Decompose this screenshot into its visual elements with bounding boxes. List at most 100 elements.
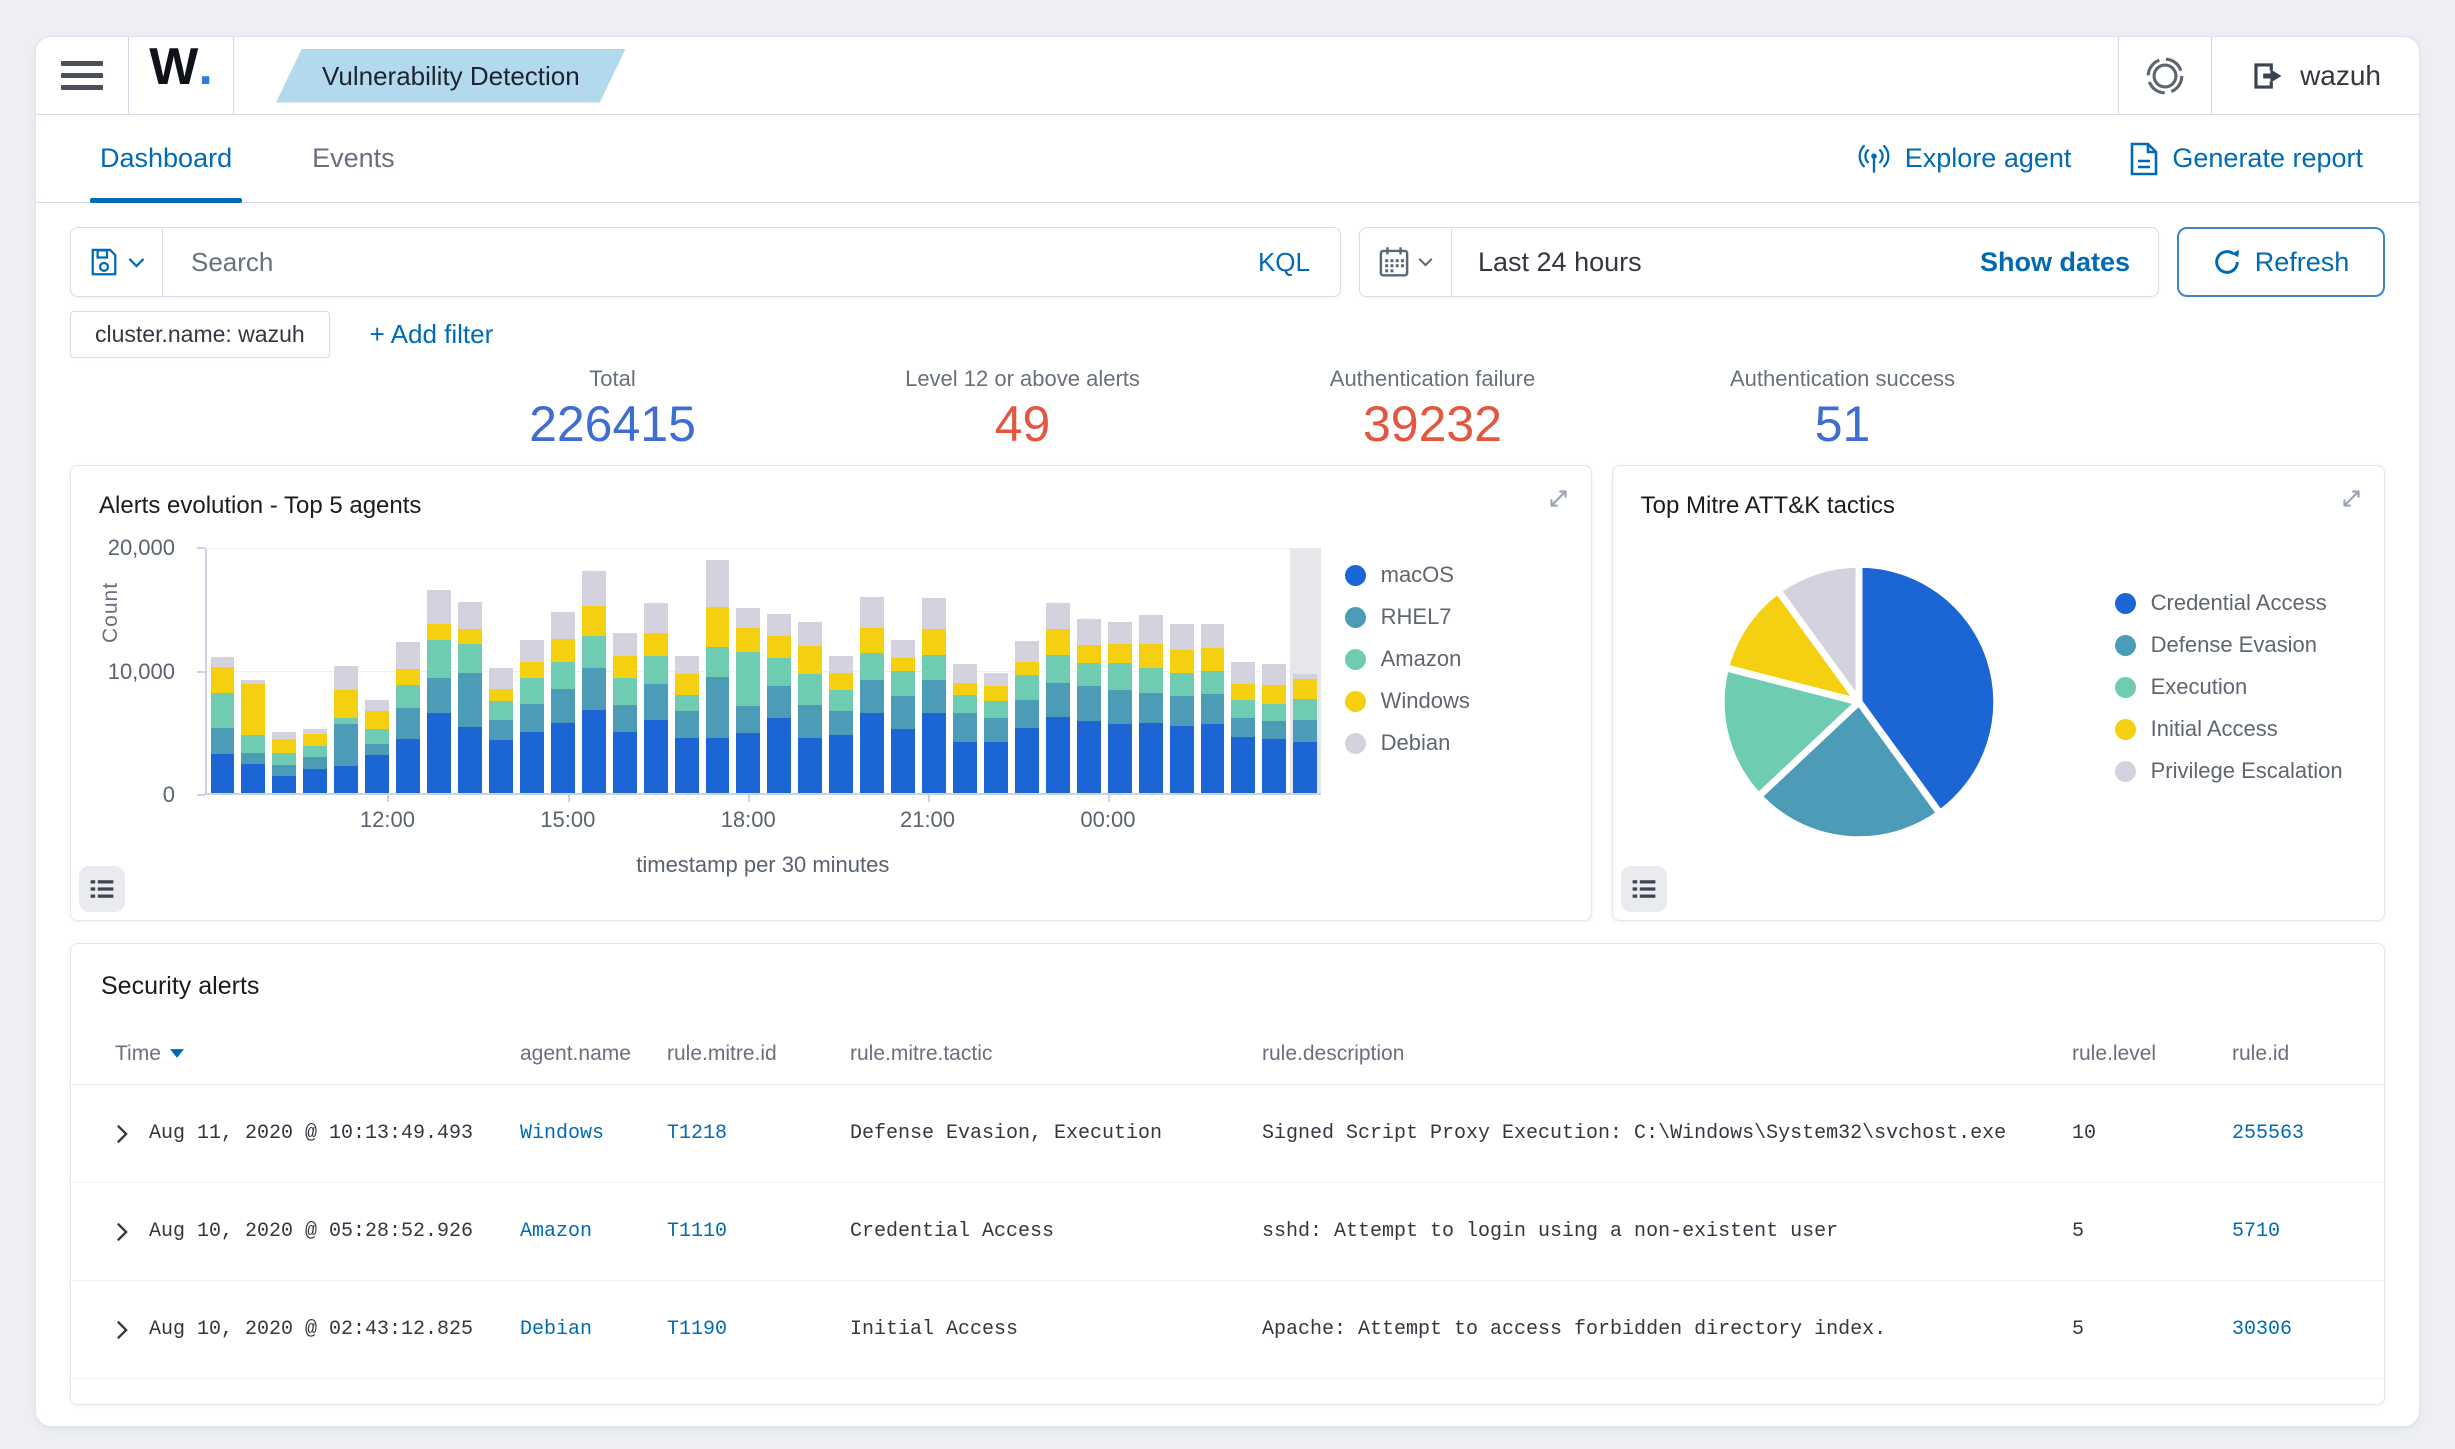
stacked-bar[interactable]: [1045, 548, 1070, 793]
legend-list-icon[interactable]: [1620, 866, 1667, 912]
stacked-bar[interactable]: [550, 548, 575, 793]
rule-id-link[interactable]: 255563: [2232, 1122, 2384, 1145]
stacked-bar[interactable]: [1231, 548, 1256, 793]
stacked-bar[interactable]: [581, 548, 606, 793]
stacked-bar[interactable]: [210, 548, 235, 793]
stacked-bar[interactable]: [1289, 548, 1321, 793]
health-ring-icon[interactable]: [2119, 37, 2211, 114]
stacked-bar[interactable]: [860, 548, 885, 793]
stacked-bar[interactable]: [829, 548, 854, 793]
stacked-bar[interactable]: [891, 548, 916, 793]
x-tick-mark: [387, 793, 390, 802]
menu-icon[interactable]: [36, 37, 128, 114]
stacked-bar[interactable]: [1107, 548, 1132, 793]
legend-item-macos[interactable]: macOS: [1344, 554, 1591, 596]
stacked-bar[interactable]: [303, 548, 328, 793]
stacked-bar[interactable]: [736, 548, 761, 793]
tab-dashboard[interactable]: Dashboard: [89, 115, 243, 203]
stacked-bar[interactable]: [365, 548, 390, 793]
expand-icon[interactable]: [1546, 486, 1571, 514]
rule-id-link[interactable]: 30306: [2232, 1318, 2384, 1341]
stacked-bar[interactable]: [519, 548, 544, 793]
agent-name-link[interactable]: Windows: [520, 1122, 667, 1145]
column-header-rule-mitre-tactic[interactable]: rule.mitre.tactic: [850, 1042, 1262, 1066]
add-filter-button[interactable]: + Add filter: [370, 319, 494, 350]
stacked-bar[interactable]: [241, 548, 266, 793]
rule-mitre-id-link[interactable]: T1110: [667, 1220, 850, 1243]
column-header-rule-level[interactable]: rule.level: [2072, 1042, 2232, 1066]
legend-item-amazon[interactable]: Amazon: [1344, 638, 1591, 680]
bar-segment-debian: [860, 597, 885, 628]
legend-item-debian[interactable]: Debian: [1344, 722, 1591, 764]
column-header-rule-description[interactable]: rule.description: [1262, 1042, 2072, 1066]
agent-name-link[interactable]: Amazon: [520, 1220, 667, 1243]
stacked-bar[interactable]: [767, 548, 792, 793]
stacked-bar[interactable]: [272, 548, 297, 793]
tab-events[interactable]: Events: [306, 115, 401, 202]
mitre-tactics-pie-chart[interactable]: [1713, 556, 2005, 848]
column-header-rule-mitre-id[interactable]: rule.mitre.id: [667, 1042, 850, 1066]
legend-item-windows[interactable]: Windows: [1344, 680, 1591, 722]
stacked-bar[interactable]: [427, 548, 451, 793]
legend-item-defense-evasion[interactable]: Defense Evasion: [2114, 624, 2361, 666]
expand-icon[interactable]: [2339, 486, 2364, 514]
cell-rule-mitre-tactic: Credential Access: [850, 1220, 1055, 1243]
stacked-bar[interactable]: [705, 548, 730, 793]
search-box: Search KQL: [70, 227, 1341, 297]
column-header-time[interactable]: Time: [115, 1042, 520, 1066]
row-expand-icon[interactable]: [115, 1222, 129, 1242]
stacked-bar[interactable]: [953, 548, 977, 793]
stacked-bar[interactable]: [1076, 548, 1101, 793]
rule-mitre-id-link[interactable]: T1218: [667, 1122, 850, 1145]
rule-id-link[interactable]: 5710: [2232, 1220, 2384, 1243]
stacked-bar[interactable]: [488, 548, 513, 793]
y-tick-label: 0: [162, 782, 175, 807]
refresh-button[interactable]: Refresh: [2177, 227, 2385, 297]
stacked-bar[interactable]: [1262, 548, 1287, 793]
legend-item-initial-access[interactable]: Initial Access: [2114, 708, 2361, 750]
column-header-agent-name[interactable]: agent.name: [520, 1042, 667, 1066]
stacked-bar[interactable]: [798, 548, 823, 793]
kql-button[interactable]: KQL: [1228, 247, 1340, 278]
stacked-bar[interactable]: [458, 548, 482, 793]
calendar-button[interactable]: [1360, 228, 1452, 296]
y-axis-ticks: 0 10,000 20,000: [101, 535, 205, 807]
legend-list-icon[interactable]: [79, 866, 125, 912]
bar-segment-windows: [210, 666, 235, 693]
row-expand-icon[interactable]: [115, 1124, 129, 1144]
legend-item-privilege-escalation[interactable]: Privilege Escalation: [2114, 750, 2361, 792]
legend-color-dot: [1344, 564, 1366, 586]
breadcrumb[interactable]: Vulnerability Detection: [276, 49, 626, 103]
stacked-bar-chart[interactable]: Count 0 10,000 20,000 12:00 15:00 18:00 21:00…: [99, 535, 1345, 888]
search-input[interactable]: Search: [163, 247, 1228, 278]
stacked-bar[interactable]: [1169, 548, 1194, 793]
stacked-bar[interactable]: [1200, 548, 1225, 793]
row-expand-icon[interactable]: [115, 1320, 129, 1340]
legend-item-rhel7[interactable]: RHEL7: [1344, 596, 1591, 638]
stacked-bar[interactable]: [983, 548, 1008, 793]
legend-item-credential-access[interactable]: Credential Access: [2114, 582, 2361, 624]
legend-item-execution[interactable]: Execution: [2114, 666, 2361, 708]
logout-button[interactable]: wazuh: [2212, 37, 2419, 114]
generate-report-button[interactable]: Generate report: [2129, 142, 2363, 176]
metric-label: Authentication failure: [1329, 366, 1536, 391]
stacked-bar[interactable]: [1138, 548, 1163, 793]
save-query-button[interactable]: [71, 228, 163, 296]
rule-mitre-id-link[interactable]: T1190: [667, 1318, 850, 1341]
bar-chart-area: Count 0 10,000 20,000 12:00 15:00 18:00 21:00…: [71, 535, 1591, 888]
stacked-bar[interactable]: [1014, 548, 1039, 793]
show-dates-button[interactable]: Show dates: [1952, 247, 2158, 278]
legend-label: Defense Evasion: [2150, 632, 2317, 657]
column-header-rule-id[interactable]: rule.id: [2232, 1042, 2384, 1066]
stacked-bar[interactable]: [674, 548, 699, 793]
filter-chip[interactable]: cluster.name: wazuh: [70, 311, 330, 358]
stacked-bar[interactable]: [643, 548, 668, 793]
agent-name-link[interactable]: Debian: [520, 1318, 667, 1341]
explore-agent-button[interactable]: Explore agent: [1856, 143, 2071, 174]
stacked-bar[interactable]: [612, 548, 637, 793]
time-range-value[interactable]: Last 24 hours: [1452, 247, 1952, 278]
stacked-bar[interactable]: [922, 548, 946, 793]
wazuh-logo[interactable]: W.: [129, 37, 233, 114]
stacked-bar[interactable]: [396, 548, 421, 793]
stacked-bar[interactable]: [334, 548, 359, 793]
